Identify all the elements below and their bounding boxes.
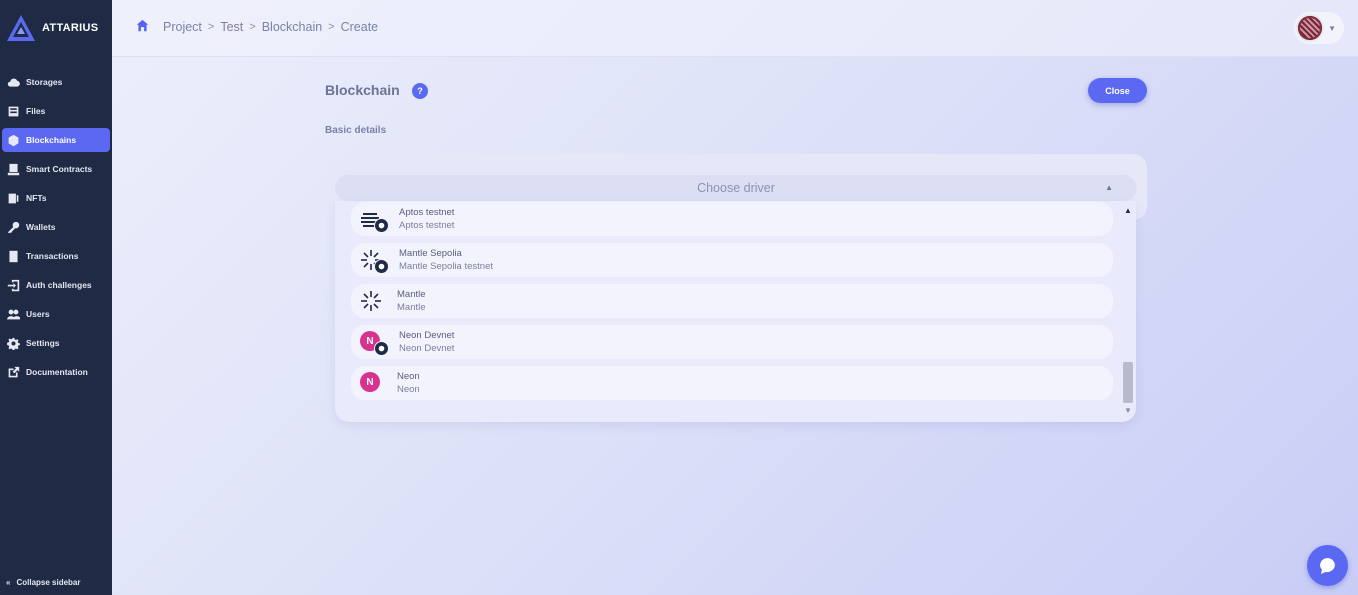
driver-select-placeholder: Choose driver bbox=[697, 181, 775, 195]
option-title: Mantle bbox=[397, 289, 426, 300]
section-label: Basic details bbox=[325, 125, 387, 136]
external-link-icon bbox=[6, 365, 20, 379]
sidebar-item-label: NFTs bbox=[26, 193, 47, 203]
file-icon bbox=[6, 104, 20, 118]
sidebar-item-blockchains[interactable]: Blockchains bbox=[2, 128, 110, 152]
sidebar-item-settings[interactable]: Settings bbox=[2, 331, 110, 355]
sidebar: ATTARIUS Storages Files Blockchains Smar… bbox=[0, 0, 112, 595]
sidebar-nav: Storages Files Blockchains Smart Contrac… bbox=[0, 70, 112, 389]
option-title: Mantle Sepolia bbox=[399, 248, 462, 259]
home-icon[interactable] bbox=[136, 19, 149, 35]
app-logo[interactable]: ATTARIUS bbox=[6, 14, 98, 42]
double-chevron-left-icon: « bbox=[6, 578, 11, 587]
chat-button[interactable] bbox=[1307, 545, 1348, 586]
chat-icon bbox=[1319, 557, 1335, 574]
login-icon bbox=[6, 278, 20, 292]
help-icon[interactable]: ? bbox=[412, 83, 428, 99]
driver-option-mantle[interactable]: Mantle Mantle bbox=[351, 284, 1113, 318]
sidebar-item-wallets[interactable]: Wallets bbox=[2, 215, 110, 239]
close-button[interactable]: Close bbox=[1088, 78, 1147, 103]
chevron-right-icon: > bbox=[249, 21, 256, 33]
chevron-up-icon: ▲ bbox=[1105, 183, 1113, 192]
sidebar-item-storages[interactable]: Storages bbox=[2, 70, 110, 94]
user-menu[interactable]: ▼ bbox=[1294, 12, 1344, 44]
topbar: Project > Test > Blockchain > Create ▼ bbox=[112, 0, 1358, 57]
gear-icon bbox=[6, 336, 20, 350]
scroll-down-arrow-icon[interactable]: ▼ bbox=[1124, 406, 1132, 415]
sidebar-item-label: Blockchains bbox=[26, 135, 77, 145]
option-title: Neon bbox=[397, 371, 420, 382]
sidebar-item-nfts[interactable]: NFTs bbox=[2, 186, 110, 210]
option-title: Neon Devnet bbox=[399, 330, 455, 341]
chevron-down-icon: ▼ bbox=[1328, 23, 1336, 33]
driver-option-mantle-sepolia[interactable]: Mantle Sepolia Mantle Sepolia testnet bbox=[351, 243, 1113, 277]
sidebar-item-label: Storages bbox=[26, 77, 63, 87]
breadcrumb: Project > Test > Blockchain > Create bbox=[136, 19, 378, 35]
sidebar-item-label: Transactions bbox=[26, 251, 79, 261]
sidebar-item-label: Documentation bbox=[26, 367, 88, 377]
option-subtitle: Mantle bbox=[397, 302, 426, 313]
sidebar-item-label: Settings bbox=[26, 338, 60, 348]
cloud-icon bbox=[6, 75, 20, 89]
users-icon bbox=[6, 307, 20, 321]
scroll-up-arrow-icon[interactable]: ▲ bbox=[1124, 206, 1132, 215]
dropdown-scrollbar[interactable]: ▲ ▼ bbox=[1120, 201, 1136, 422]
breadcrumb-item-project[interactable]: Project bbox=[163, 20, 202, 34]
sidebar-item-files[interactable]: Files bbox=[2, 99, 110, 123]
key-icon bbox=[6, 220, 20, 234]
sidebar-item-label: Smart Contracts bbox=[26, 164, 93, 174]
chevron-right-icon: > bbox=[207, 21, 215, 33]
driver-select[interactable]: Choose driver ▲ bbox=[335, 175, 1137, 201]
option-subtitle: Mantle Sepolia testnet bbox=[399, 261, 494, 272]
sidebar-item-label: Wallets bbox=[26, 222, 56, 232]
driver-dropdown: Aptos testnet Aptos testnet Mantle Sepol… bbox=[335, 201, 1136, 422]
testnet-gear-icon bbox=[374, 259, 389, 274]
sidebar-item-label: Auth challenges bbox=[26, 280, 92, 290]
collapse-sidebar-label: Collapse sidebar bbox=[16, 578, 81, 587]
driver-option-neon-devnet[interactable]: N Neon Devnet Neon Devnet bbox=[351, 325, 1113, 359]
driver-option-aptos-testnet[interactable]: Aptos testnet Aptos testnet bbox=[351, 202, 1113, 236]
avatar bbox=[1296, 14, 1325, 42]
mantle-icon bbox=[361, 291, 381, 311]
logo-icon bbox=[7, 15, 35, 41]
sidebar-item-documentation[interactable]: Documentation bbox=[2, 360, 110, 384]
breadcrumb-item-blockchain[interactable]: Blockchain bbox=[262, 20, 322, 34]
breadcrumb-item-create: Create bbox=[340, 20, 379, 34]
chevron-right-icon: > bbox=[328, 21, 335, 33]
sidebar-item-transactions[interactable]: Transactions bbox=[2, 244, 110, 268]
page-title: Blockchain bbox=[325, 82, 400, 98]
option-title: Aptos testnet bbox=[399, 207, 455, 218]
sidebar-item-label: Users bbox=[26, 309, 50, 319]
driver-option-neon[interactable]: N Neon Neon bbox=[351, 366, 1113, 400]
sidebar-item-label: Files bbox=[26, 106, 46, 116]
scroll-thumb[interactable] bbox=[1123, 362, 1133, 403]
option-subtitle: Neon Devnet bbox=[399, 343, 455, 354]
logo-text: ATTARIUS bbox=[42, 22, 99, 34]
sidebar-item-auth-challenges[interactable]: Auth challenges bbox=[2, 273, 110, 297]
breadcrumb-item-test[interactable]: Test bbox=[220, 20, 243, 34]
cube-icon bbox=[6, 133, 20, 147]
testnet-gear-icon bbox=[374, 341, 389, 356]
collapse-sidebar-button[interactable]: « Collapse sidebar bbox=[6, 578, 80, 587]
option-subtitle: Neon bbox=[397, 384, 420, 395]
contract-icon bbox=[6, 162, 20, 176]
transactions-icon bbox=[6, 249, 20, 263]
neon-icon: N bbox=[360, 372, 382, 394]
sidebar-item-users[interactable]: Users bbox=[2, 302, 110, 326]
option-subtitle: Aptos testnet bbox=[399, 220, 455, 231]
sidebar-item-smart-contracts[interactable]: Smart Contracts bbox=[2, 157, 110, 181]
nft-icon bbox=[6, 191, 20, 205]
testnet-gear-icon bbox=[374, 218, 389, 233]
